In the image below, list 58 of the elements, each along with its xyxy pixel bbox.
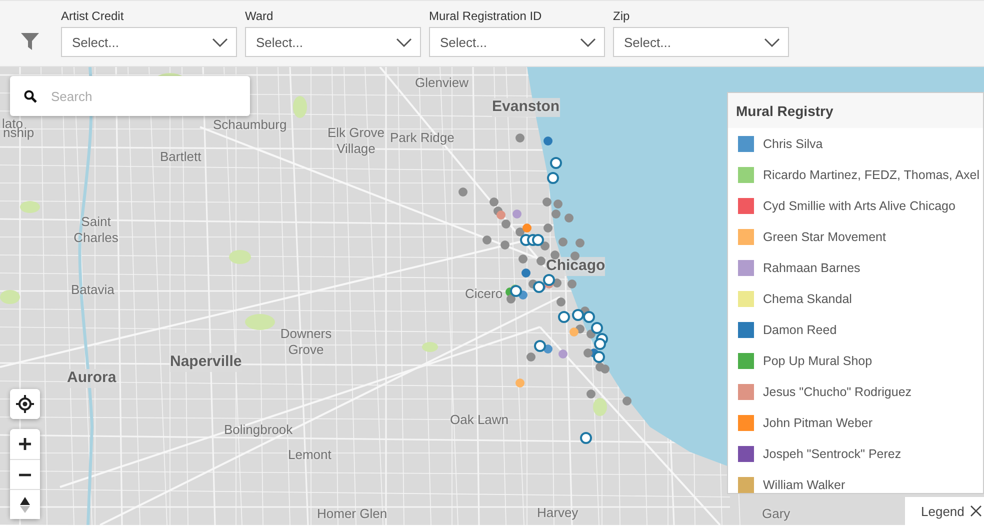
place-label: Park Ridge	[390, 130, 454, 146]
filter-dropdown[interactable]: Select...	[613, 27, 789, 57]
locate-button[interactable]	[10, 389, 40, 419]
place-label: Downers Grove	[279, 326, 333, 358]
minus-icon	[19, 472, 31, 476]
compass-button[interactable]	[10, 489, 40, 519]
place-label: Elk Grove Village	[326, 125, 386, 158]
legend-toggle-button[interactable]: Legend	[905, 497, 984, 525]
place-label: Oak Lawn	[450, 412, 509, 428]
crosshair-icon	[16, 395, 34, 413]
place-label: Gary	[762, 506, 790, 522]
legend-label: Jesus "Chucho" Rodriguez	[763, 384, 912, 398]
place-label: Cicero	[465, 286, 503, 302]
place-label: Lemont	[288, 447, 332, 464]
zoom-out-button[interactable]	[10, 459, 40, 489]
legend-label: Cyd Smillie with Arts Alive Chicago	[763, 198, 956, 212]
chevron-down-icon	[396, 38, 412, 46]
filter-label: Artist Credit	[61, 9, 125, 25]
plus-icon	[19, 438, 31, 450]
search-box[interactable]: Search	[10, 76, 250, 116]
legend-label: Jospeh "Sentrock" Perez	[763, 446, 902, 460]
legend-label: Rahmaan Barnes	[763, 260, 860, 274]
filter-dropdown[interactable]: Select...	[245, 27, 421, 57]
legend-label: William Walker	[763, 478, 846, 492]
legend-label: Chema Skandal	[763, 292, 852, 306]
filter-label: Zip	[613, 9, 631, 25]
chevron-down-icon	[580, 38, 596, 46]
legend-label: Chris Silva	[763, 136, 823, 150]
legend-title: Mural Registry	[728, 93, 983, 128]
legend-label: Damon Reed	[763, 322, 837, 336]
filter-label: Mural Registration ID	[429, 9, 543, 25]
place-label: Saint Charles	[72, 214, 120, 246]
place-label: Harvey	[537, 505, 578, 522]
close-icon	[970, 505, 982, 517]
place-label: Chicago	[546, 257, 606, 276]
place-label: Batavia	[71, 282, 114, 298]
place-label: Evanston	[492, 98, 560, 117]
legend-label: Ricardo Martinez, FEDZ, Thomas, Axel	[763, 168, 980, 182]
legend-label: Pop Up Mural Shop	[763, 354, 872, 368]
compass-icon	[20, 496, 30, 512]
chevron-down-icon	[764, 38, 780, 46]
place-label: Aurora	[67, 369, 116, 388]
place-label: Schaumburg	[213, 117, 287, 134]
place-label: Bolingbrook	[224, 422, 293, 438]
zoom-in-button[interactable]	[10, 429, 40, 459]
place-label: Bartlett	[160, 149, 202, 166]
legend-label: John Pitman Weber	[763, 416, 873, 430]
search-icon	[24, 90, 37, 102]
place-label: Naperville	[170, 353, 242, 372]
filter-dropdown[interactable]: Select...	[61, 27, 237, 57]
chevron-down-icon	[212, 38, 228, 46]
search-field[interactable]: Search	[51, 81, 231, 111]
filter-label: Ward	[245, 9, 274, 25]
place-label: Homer Glen	[317, 506, 388, 522]
legend-label: Green Star Movement	[763, 230, 886, 244]
place-label: Glenview	[415, 75, 468, 92]
filter-icon[interactable]	[20, 31, 40, 51]
filter-dropdown[interactable]: Select...	[429, 27, 605, 57]
